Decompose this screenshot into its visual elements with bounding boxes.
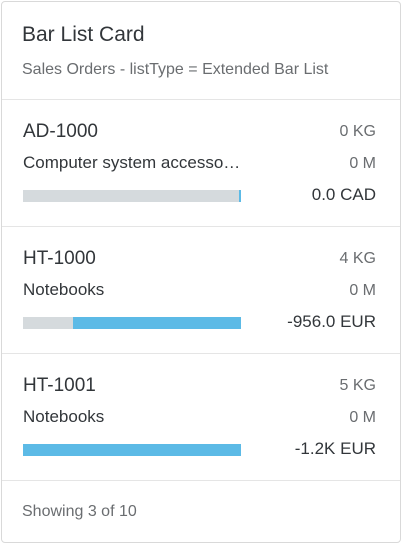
bar-fill: [239, 190, 241, 202]
bar-track: [23, 317, 241, 329]
item-description: Notebooks: [23, 280, 105, 299]
list-item[interactable]: HT-1001 5 KG Notebooks 0 M -1.2K EUR: [2, 354, 400, 481]
card-header[interactable]: Bar List Card Sales Orders - listType = …: [2, 2, 400, 100]
item-weight-value: 4 KG: [339, 250, 376, 267]
bar-track: [23, 190, 241, 202]
bar-fill: [73, 317, 241, 329]
card-subtitle: Sales Orders - listType = Extended Bar L…: [22, 61, 329, 78]
item-title: HT-1000: [23, 248, 96, 269]
item-description: Notebooks: [23, 407, 105, 426]
item-description: Computer system accessories: [23, 153, 243, 172]
item-amount-value: -956.0 EUR: [287, 312, 376, 331]
item-dimension-value: 0 M: [349, 409, 376, 426]
bar-track: [23, 444, 241, 456]
item-amount-value: -1.2K EUR: [294, 439, 376, 458]
list-item[interactable]: HT-1000 4 KG Notebooks 0 M -956.0 EUR: [2, 227, 400, 354]
item-weight-value: 5 KG: [339, 377, 376, 394]
item-weight-value: 0 KG: [339, 123, 376, 140]
list-item[interactable]: AD-1000 0 KG Computer system accessories…: [2, 100, 400, 227]
bar-fill: [23, 444, 241, 456]
bar-list-card: Bar List Card Sales Orders - listType = …: [1, 1, 401, 543]
card-footer: Showing 3 of 10: [22, 503, 137, 520]
item-dimension-value: 0 M: [349, 155, 376, 172]
item-title: HT-1001: [23, 375, 96, 396]
card-title: Bar List Card: [22, 23, 145, 46]
item-title: AD-1000: [23, 121, 98, 142]
item-amount-value: 0.0 CAD: [311, 185, 376, 204]
item-dimension-value: 0 M: [349, 282, 376, 299]
